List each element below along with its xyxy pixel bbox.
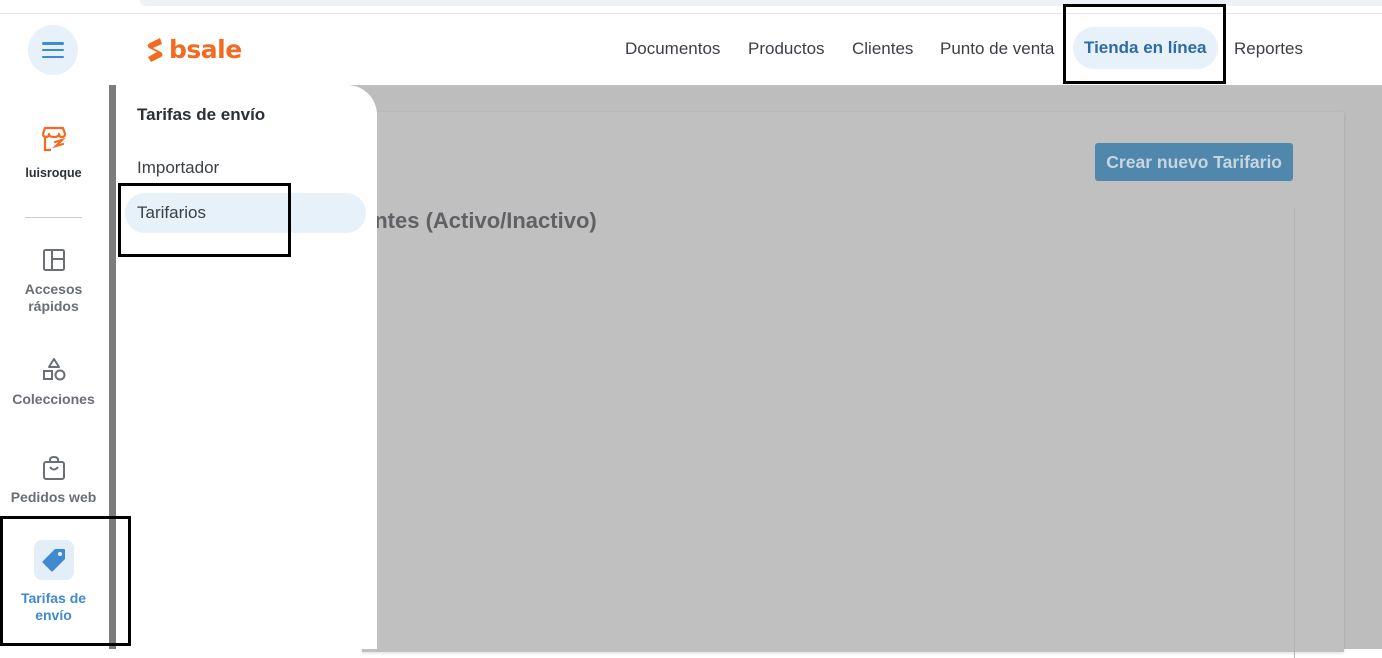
flyout-item-tarifarios[interactable]: Tarifarios: [125, 193, 366, 233]
shopping-bag-icon: [39, 453, 69, 483]
sidebar-item-label: Colecciones: [12, 391, 95, 407]
card-divider: [1294, 208, 1295, 658]
sidebar-item-accesos-rapidos[interactable]: Accesos rápidos: [0, 245, 107, 315]
sidebar-item-label: Pedidos web: [10, 489, 97, 505]
storefront-icon: [41, 126, 66, 152]
sidebar-item-pedidos-web[interactable]: Pedidos web: [0, 453, 107, 506]
sidebar-item-label: Accesos rápidos: [24, 281, 83, 314]
section-title: entes (Activo/Inactivo): [362, 208, 597, 233]
sidebar-scrollbar[interactable]: [109, 85, 116, 649]
nav-reportes[interactable]: Reportes: [1234, 37, 1303, 61]
sidebar-item-tarifas-de-envio[interactable]: Tarifas de envío: [0, 540, 107, 624]
sidebar-item-label: Tarifas de envío: [20, 590, 87, 623]
address-bar[interactable]: [140, 0, 1382, 6]
nav-clientes[interactable]: Clientes: [852, 37, 913, 61]
tag-icon: [33, 540, 74, 580]
top-header: bsale Documentos Productos Clientes Punt…: [0, 15, 1382, 85]
shapes-icon: [39, 355, 69, 385]
sidebar-item-colecciones[interactable]: Colecciones: [0, 355, 107, 408]
left-sidebar: luisroque Accesos rápidos Colecciones Pe…: [0, 85, 109, 649]
tarifarios-card: Crear nuevo Tarifario entes (Activo/Inac…: [362, 112, 1344, 658]
sidebar-divider: [25, 217, 82, 218]
create-tarifario-button[interactable]: Crear nuevo Tarifario: [1095, 143, 1293, 181]
nav-productos[interactable]: Productos: [748, 37, 825, 61]
nav-tienda-en-linea[interactable]: Tienda en línea: [1073, 27, 1218, 69]
flyout-title: Tarifas de envío: [137, 105, 266, 124]
layout-icon: [39, 245, 69, 275]
top-navigation: Documentos Productos Clientes Punto de v…: [0, 15, 1382, 85]
submenu-flyout: Tarifas de envío Importador Tarifarios: [116, 85, 377, 649]
store-selector[interactable]: luisroque: [0, 125, 107, 180]
store-name: luisroque: [25, 166, 82, 180]
nav-punto-de-venta[interactable]: Punto de venta: [940, 37, 1054, 61]
flyout-item-importador[interactable]: Importador: [125, 148, 366, 188]
browser-address-strip: [0, 0, 1382, 14]
nav-documentos[interactable]: Documentos: [625, 37, 720, 61]
